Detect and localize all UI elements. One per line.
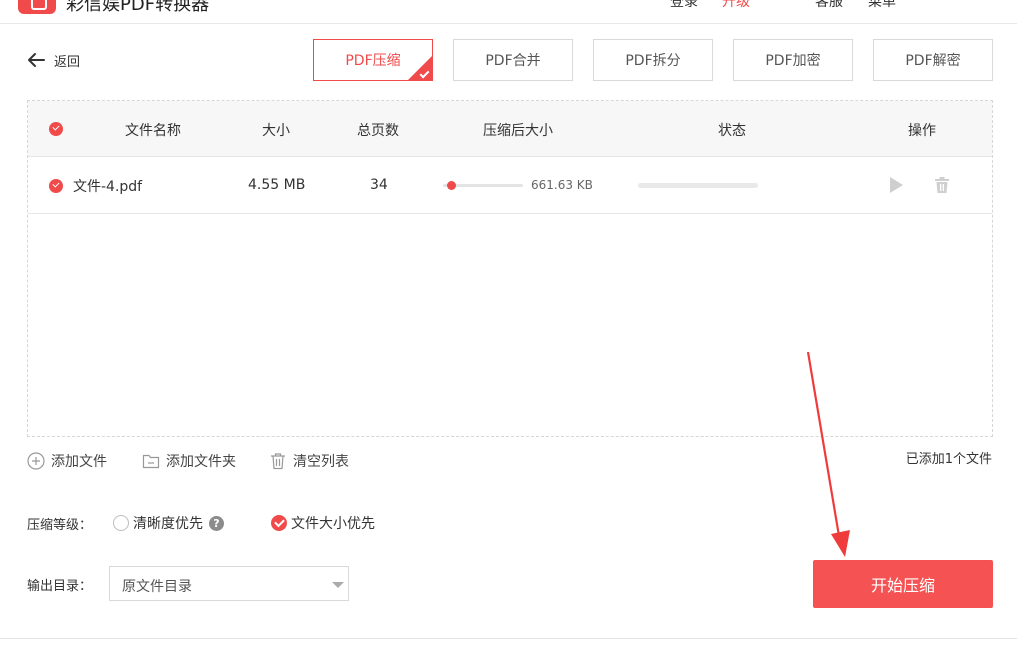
header-pages: 总页数 bbox=[357, 123, 399, 139]
clear-list-button[interactable]: 清空列表 bbox=[269, 451, 349, 471]
select-all-checkbox[interactable] bbox=[49, 122, 63, 136]
row-file-name: 文件-4.pdf bbox=[73, 179, 143, 195]
header-file-name: 文件名称 bbox=[125, 123, 181, 139]
back-label: 返回 bbox=[54, 54, 81, 70]
login-link[interactable]: 登录 bbox=[670, 0, 698, 11]
header-compressed-size: 压缩后大小 bbox=[483, 123, 553, 139]
compression-slider[interactable] bbox=[443, 181, 523, 190]
tab-label: PDF压缩 bbox=[345, 53, 401, 69]
add-folder-label: 添加文件夹 bbox=[166, 454, 236, 470]
slider-handle[interactable] bbox=[447, 181, 456, 190]
play-icon[interactable] bbox=[888, 176, 904, 194]
tab-label: PDF拆分 bbox=[625, 53, 681, 69]
header-size: 大小 bbox=[262, 123, 290, 139]
header-status: 状态 bbox=[718, 123, 746, 139]
add-file-button[interactable]: 添加文件 bbox=[27, 451, 107, 471]
upgrade-link[interactable]: 升级 bbox=[722, 0, 750, 11]
title-bar: 彩信娱PDF转换器 登录 升级 客服 菜单 bbox=[0, 0, 1017, 24]
radio-label: 文件大小优先 bbox=[291, 516, 375, 532]
radio-circle-checked bbox=[271, 515, 287, 531]
tab-pdf-decrypt[interactable]: PDF解密 bbox=[873, 39, 993, 81]
help-icon[interactable]: ? bbox=[209, 515, 224, 531]
row-checkbox[interactable] bbox=[49, 179, 63, 193]
tab-label: PDF解密 bbox=[905, 53, 961, 69]
status-progress-bar bbox=[638, 183, 758, 188]
chevron-down-icon bbox=[332, 582, 344, 588]
output-dir-value: 原文件目录 bbox=[122, 579, 192, 595]
trash-outline-icon bbox=[271, 453, 285, 470]
row-pages: 34 bbox=[370, 177, 388, 193]
radio-clarity-priority[interactable]: 清晰度优先 ? bbox=[113, 513, 224, 533]
start-compress-button[interactable]: 开始压缩 bbox=[813, 560, 993, 608]
add-folder-button[interactable]: 添加文件夹 bbox=[142, 451, 236, 471]
clear-list-label: 清空列表 bbox=[293, 454, 349, 470]
arrow-left-icon bbox=[28, 53, 45, 67]
menu-link[interactable]: 菜单 bbox=[868, 0, 896, 11]
tab-pdf-encrypt[interactable]: PDF加密 bbox=[733, 39, 853, 81]
radio-label: 清晰度优先 bbox=[133, 516, 203, 532]
folder-icon bbox=[142, 454, 160, 469]
output-dir-select[interactable]: 原文件目录 bbox=[109, 566, 349, 601]
tab-label: PDF合并 bbox=[485, 53, 541, 69]
app-logo-icon bbox=[18, 0, 56, 14]
tab-pdf-compress[interactable]: PDF压缩 bbox=[313, 39, 433, 81]
plus-circle-icon bbox=[27, 452, 45, 470]
footer-divider bbox=[0, 638, 1017, 639]
radio-circle bbox=[113, 515, 129, 531]
file-count-text: 已添加1个文件 bbox=[905, 452, 992, 467]
add-file-label: 添加文件 bbox=[51, 454, 107, 470]
app-title: 彩信娱PDF转换器 bbox=[66, 0, 210, 15]
header-operations: 操作 bbox=[908, 123, 936, 139]
selected-corner-icon bbox=[408, 56, 432, 80]
back-button[interactable]: 返回 bbox=[26, 50, 80, 70]
tab-pdf-merge[interactable]: PDF合并 bbox=[453, 39, 573, 81]
compression-level-label: 压缩等级： bbox=[27, 518, 93, 533]
table-row: 文件-4.pdf 4.55 MB 34 661.63 KB bbox=[28, 157, 992, 214]
tab-label: PDF加密 bbox=[765, 53, 821, 69]
trash-icon[interactable] bbox=[933, 176, 951, 194]
output-dir-label: 输出目录： bbox=[27, 579, 93, 594]
table-header: 文件名称 大小 总页数 压缩后大小 状态 操作 bbox=[28, 101, 992, 157]
row-size: 4.55 MB bbox=[248, 177, 306, 193]
service-link[interactable]: 客服 bbox=[815, 0, 843, 11]
tab-pdf-split[interactable]: PDF拆分 bbox=[593, 39, 713, 81]
file-table: 文件名称 大小 总页数 压缩后大小 状态 操作 文件-4.pdf 4.55 MB… bbox=[27, 100, 993, 437]
row-compressed-size: 661.63 KB bbox=[531, 178, 593, 192]
radio-size-priority[interactable]: 文件大小优先 bbox=[271, 513, 375, 533]
